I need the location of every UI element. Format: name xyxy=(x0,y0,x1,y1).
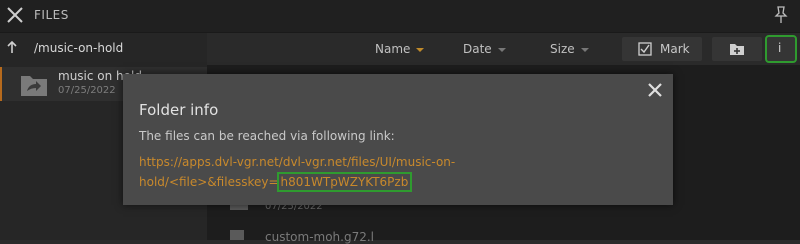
files-key: h801WTpWZYKT6Pzb xyxy=(276,172,413,192)
sort-caret-icon xyxy=(580,47,589,52)
up-arrow-icon[interactable] xyxy=(6,40,18,54)
folder-link-icon xyxy=(21,76,47,96)
checkbox-icon xyxy=(638,42,652,56)
path-row: /music-on-hold xyxy=(0,33,207,63)
sort-caret-icon xyxy=(416,47,425,52)
background-row-file: custom-moh.g72.l xyxy=(265,230,375,244)
sort-caret-icon xyxy=(497,47,506,52)
dialog-text: The files can be reached via following l… xyxy=(139,129,395,143)
sort-size-label: Size xyxy=(550,42,575,56)
new-folder-button[interactable] xyxy=(712,37,762,61)
dialog-close-icon[interactable] xyxy=(647,82,663,98)
new-folder-icon xyxy=(730,44,744,55)
close-icon[interactable] xyxy=(6,6,24,24)
mark-button[interactable]: Mark xyxy=(622,37,702,61)
info-icon: i xyxy=(778,41,782,55)
folder-info-dialog: Folder info The files can be reached via… xyxy=(123,74,673,205)
file-icon xyxy=(230,230,244,240)
share-link[interactable]: https://apps.dvl-vgr.net/dvl-vgr.net/fil… xyxy=(139,152,469,192)
sort-size[interactable]: Size xyxy=(550,42,589,56)
mark-label: Mark xyxy=(660,42,690,56)
top-bar: FILES xyxy=(0,0,800,33)
sort-name[interactable]: Name xyxy=(375,42,425,56)
page-title: FILES xyxy=(34,8,69,22)
entry-date: 07/25/2022 xyxy=(58,85,116,96)
sort-name-label: Name xyxy=(375,42,411,56)
dialog-title: Folder info xyxy=(139,101,219,119)
current-path: /music-on-hold xyxy=(34,41,124,55)
pin-icon[interactable] xyxy=(774,6,788,24)
sort-date[interactable]: Date xyxy=(463,42,506,56)
file-toolbar: Name Date Size Mark i xyxy=(207,33,800,65)
sort-date-label: Date xyxy=(463,42,492,56)
info-button[interactable]: i xyxy=(765,35,797,63)
